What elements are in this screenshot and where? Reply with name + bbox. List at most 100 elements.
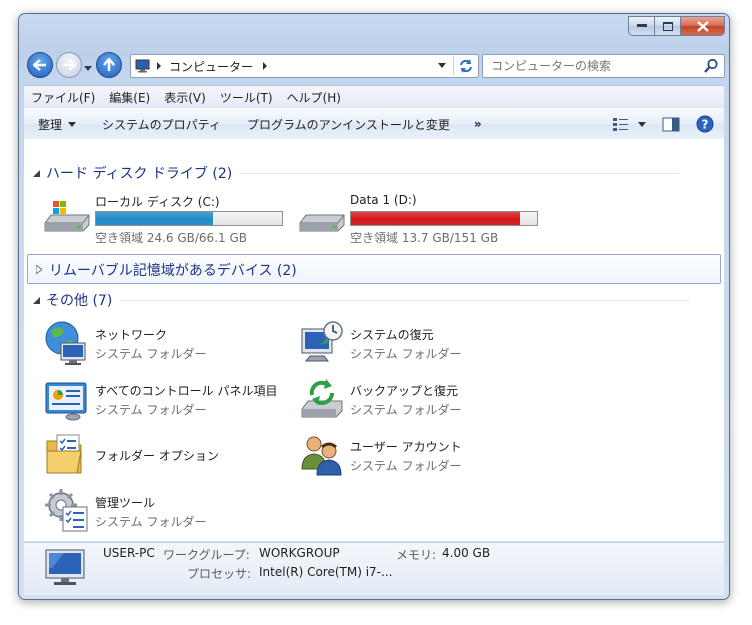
drive-c-free-space: 空き領域 24.6 GB/66.1 GB <box>95 231 247 245</box>
menu-file[interactable]: ファイル(F) <box>24 89 102 106</box>
search-icon[interactable] <box>703 58 719 74</box>
details-pane: USER-PC ワークグループ: WORKGROUP メモリ: 4.00 GB … <box>24 542 724 595</box>
computer-icon <box>135 59 150 73</box>
maximize-icon <box>662 21 673 31</box>
hard-drive-windows-icon <box>44 201 90 232</box>
breadcrumb-computer[interactable]: コンピューター <box>169 58 253 75</box>
processor-value: Intel(R) Core(TM) i7-... <box>259 565 393 579</box>
address-history-dropdown-icon[interactable] <box>438 63 446 69</box>
system-properties-button[interactable]: システムのプロパティ <box>92 116 231 133</box>
organize-button[interactable]: 整理 <box>24 116 86 133</box>
user-accounts-icon <box>301 436 342 476</box>
hard-drive-icon <box>299 214 345 232</box>
search-input[interactable] <box>489 58 703 74</box>
item-name: フォルダー オプション <box>95 449 219 463</box>
group-hdd-header[interactable]: ハード ディスク ドライブ (2) <box>33 163 681 183</box>
command-bar: 整理 システムのプロパティ プログラムのアンインストールと変更 » ? <box>24 108 724 140</box>
item-name: バックアップと復元 <box>350 384 459 398</box>
workgroup-label: ワークグループ: <box>163 548 250 562</box>
item-user-accounts[interactable]: ユーザー アカウント システム フォルダー <box>298 431 558 481</box>
maximize-button[interactable] <box>654 16 680 36</box>
item-name: 管理ツール <box>95 496 156 510</box>
menu-view[interactable]: 表示(V) <box>157 89 213 106</box>
item-name: ネットワーク <box>95 328 168 342</box>
item-type: システム フォルダー <box>95 403 207 417</box>
item-type: システム フォルダー <box>95 515 207 529</box>
group-hdd-title: ハード ディスク ドライブ (2) <box>46 166 233 182</box>
refresh-icon[interactable] <box>456 58 476 74</box>
drive-c-name: ローカル ディスク (C:) <box>95 195 220 209</box>
computer-icon <box>45 549 85 585</box>
chevron-down-icon <box>68 121 77 127</box>
group-other-header[interactable]: その他 (7) <box>33 290 691 310</box>
view-dropdown-icon[interactable] <box>638 121 646 127</box>
collapse-triangle-icon <box>33 169 40 177</box>
item-name: すべてのコントロール パネル項目 <box>95 384 278 398</box>
collapse-triangle-icon <box>33 296 40 304</box>
network-globe-icon <box>45 321 86 365</box>
organize-label: 整理 <box>38 117 63 132</box>
forward-button[interactable] <box>56 52 82 78</box>
item-type: システム フォルダー <box>350 403 462 417</box>
explorer-window: コンピューター ファイル(F) 編集(E) 表示(V) ツール(T) ヘルプ(H… <box>18 13 730 600</box>
help-icon[interactable]: ? <box>696 115 714 133</box>
search-box <box>482 54 725 78</box>
workgroup-value: WORKGROUP <box>259 546 340 560</box>
drive-d-free-space: 空き領域 13.7 GB/151 GB <box>350 231 499 245</box>
memory-label: メモリ: <box>396 548 437 562</box>
group-other-title: その他 (7) <box>46 293 113 309</box>
menu-tools[interactable]: ツール(T) <box>213 89 280 106</box>
item-name: ユーザー アカウント <box>350 440 462 454</box>
breadcrumb-chevron-icon[interactable] <box>261 62 269 70</box>
admin-tools-icon <box>45 489 88 532</box>
drive-c[interactable]: ローカル ディスク (C:) 空き領域 24.6 GB/66.1 GB <box>43 193 313 249</box>
svg-text:?: ? <box>702 118 709 132</box>
item-type: システム フォルダー <box>350 347 462 361</box>
menu-edit[interactable]: 編集(E) <box>102 89 157 106</box>
group-divider <box>120 299 691 301</box>
expand-triangle-icon <box>36 265 42 274</box>
breadcrumb-chevron-icon[interactable] <box>155 62 163 70</box>
back-button[interactable] <box>27 52 53 78</box>
folder-options-icon <box>46 434 82 474</box>
item-network[interactable]: ネットワーク システム フォルダー <box>43 319 303 369</box>
item-folder-options[interactable]: フォルダー オプション <box>43 431 303 481</box>
recent-pages-dropdown[interactable] <box>84 61 92 75</box>
drive-d[interactable]: Data 1 (D:) 空き領域 13.7 GB/151 GB <box>298 193 568 249</box>
group-divider <box>240 172 681 174</box>
drive-d-usage-bar <box>350 211 538 226</box>
back-arrow-icon <box>33 59 46 71</box>
view-options-icon[interactable] <box>612 117 630 131</box>
drive-d-usage-fill <box>351 212 521 225</box>
drive-c-usage-bar <box>95 211 283 226</box>
minimize-button[interactable] <box>628 16 654 36</box>
menu-bar: ファイル(F) 編集(E) 表示(V) ツール(T) ヘルプ(H) <box>24 85 724 108</box>
item-type: システム フォルダー <box>95 347 207 361</box>
up-button[interactable] <box>96 52 122 78</box>
menu-help[interactable]: ヘルプ(H) <box>280 89 348 106</box>
navigation-bar: コンピューター <box>25 48 725 80</box>
drive-c-usage-fill <box>96 212 213 225</box>
content-pane: ハード ディスク ドライブ (2) ローカル ディスク (C:) 空き領域 24… <box>24 139 724 541</box>
more-commands-button[interactable]: » <box>464 117 492 131</box>
item-system-restore[interactable]: システムの復元 システム フォルダー <box>298 319 558 369</box>
item-control-panel[interactable]: すべてのコントロール パネル項目 システム フォルダー <box>43 375 303 425</box>
memory-value: 4.00 GB <box>442 546 491 560</box>
forward-arrow-icon <box>63 59 76 71</box>
uninstall-program-button[interactable]: プログラムのアンインストールと変更 <box>237 116 460 133</box>
close-icon <box>696 20 709 32</box>
processor-label: プロセッサ: <box>187 567 252 581</box>
chevron-down-icon <box>84 66 92 71</box>
item-type: システム フォルダー <box>350 459 462 473</box>
backup-restore-icon <box>301 379 343 418</box>
up-arrow-icon <box>103 58 115 71</box>
item-admin-tools[interactable]: 管理ツール システム フォルダー <box>43 487 303 537</box>
item-backup-restore[interactable]: バックアップと復元 システム フォルダー <box>298 375 558 425</box>
group-removable-title: リムーバブル記憶域があるデバイス (2) <box>49 263 297 279</box>
computer-name: USER-PC <box>103 546 155 560</box>
control-panel-icon <box>45 382 87 421</box>
preview-pane-icon[interactable] <box>662 117 680 132</box>
close-button[interactable] <box>680 16 725 36</box>
address-bar[interactable]: コンピューター <box>130 54 479 78</box>
group-removable-header[interactable]: リムーバブル記憶域があるデバイス (2) <box>27 254 721 284</box>
